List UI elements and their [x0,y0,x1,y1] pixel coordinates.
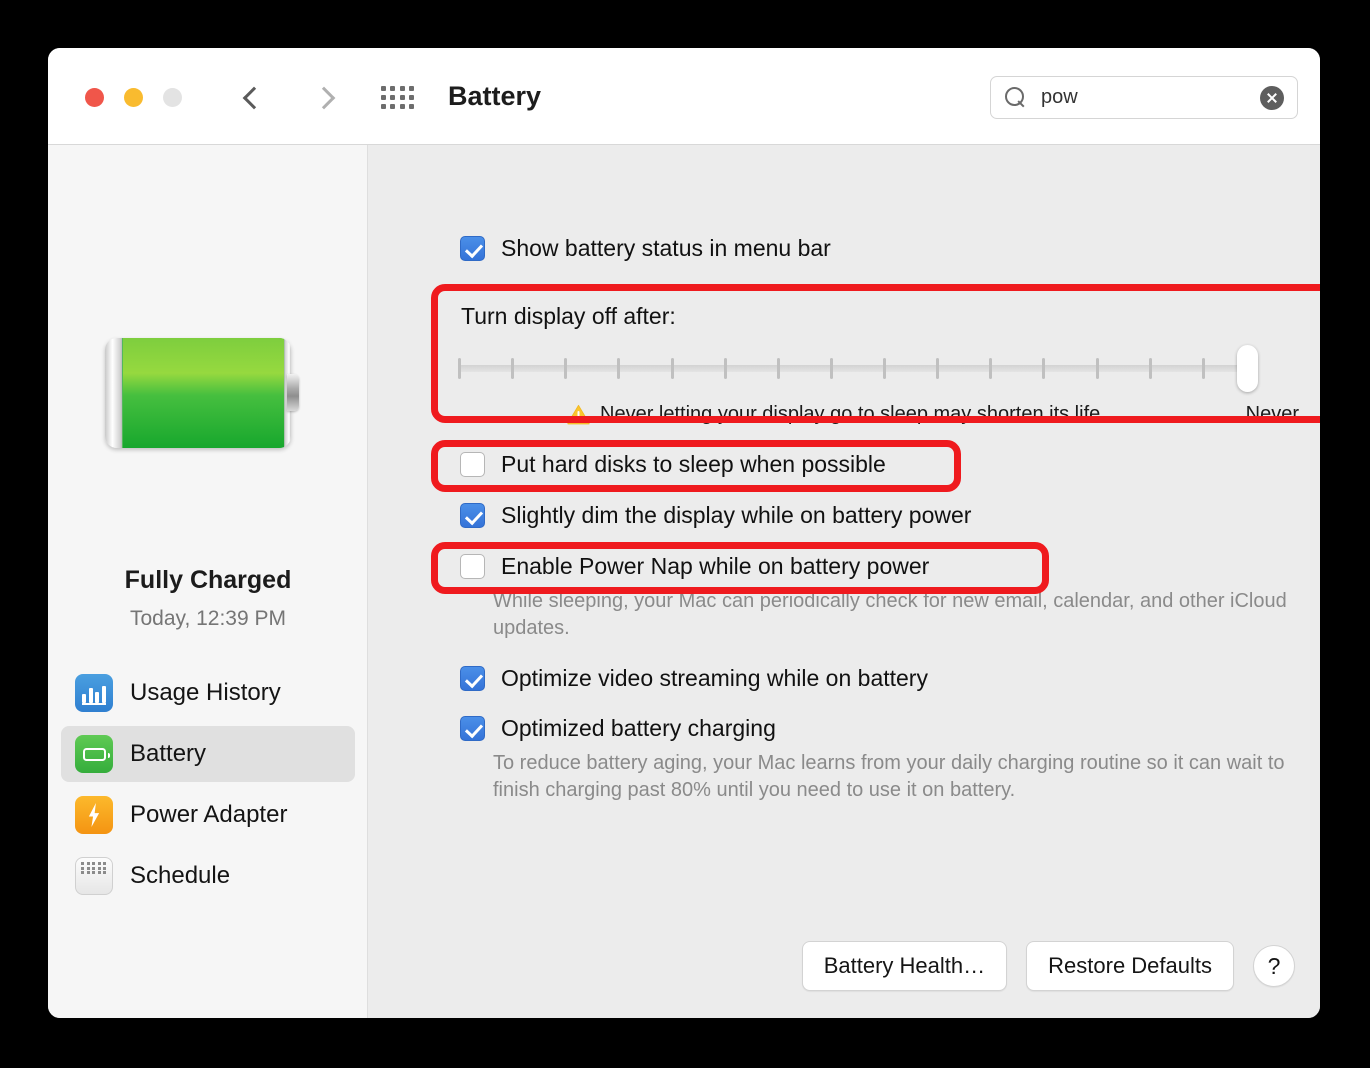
checkbox-row-optimized-charging[interactable]: Optimized battery charging [460,715,776,742]
slider-tick [670,358,674,379]
checkbox-row-power-nap[interactable]: Enable Power Nap while on battery power [460,553,929,580]
optimized-charging-help-text: To reduce battery aging, your Mac learns… [493,752,1285,801]
sidebar-item-battery[interactable]: Battery [61,726,355,782]
slider-warning: Never letting your display go to sleep m… [567,403,1100,426]
slider-tick [936,358,940,379]
sidebar-item-schedule[interactable]: Schedule [61,848,355,904]
slider-tick [829,358,833,379]
checkbox-optimized-charging[interactable] [460,716,485,741]
sidebar: Fully Charged Today, 12:39 PM Usage Hist… [48,145,368,1018]
slider-tick [511,358,515,379]
help-button[interactable]: ? [1253,945,1295,987]
checkbox-power-nap[interactable] [460,554,485,579]
footer-buttons: Battery Health… Restore Defaults ? [801,941,1295,991]
zoom-button[interactable] [163,88,182,107]
title-bar: Battery pow [48,48,1320,145]
slider-tick [617,358,621,379]
checkbox-row-dim-display[interactable]: Slightly dim the display while on batter… [460,502,971,529]
slider-tick [564,358,568,379]
slider-tick [458,358,461,379]
checkbox-row-hard-disks[interactable]: Put hard disks to sleep when possible [460,451,886,478]
checkbox-label: Optimized battery charging [501,715,776,741]
sidebar-item-power-adapter[interactable]: Power Adapter [61,787,355,843]
checkbox-label: Show battery status in menu bar [501,235,831,261]
bar-chart-icon [75,674,113,712]
search-input[interactable]: pow [1041,86,1260,109]
warning-triangle-icon [567,404,590,425]
slider-tick [989,358,993,379]
lightning-bolt-icon [75,796,113,834]
sidebar-item-label: Usage History [130,679,281,706]
slider-track[interactable] [458,365,1258,372]
checkbox-row-optimize-video[interactable]: Optimize video streaming while on batter… [460,665,928,692]
sidebar-item-label: Battery [130,740,207,767]
slider-tick [1148,358,1152,379]
back-button[interactable] [236,78,272,118]
chevron-left-icon [242,86,266,110]
slider-tick [883,358,887,379]
turn-display-off-slider[interactable] [458,345,1258,392]
chevron-right-icon [312,86,336,110]
close-button[interactable] [85,88,104,107]
battery-health-button[interactable]: Battery Health… [801,941,1008,991]
clear-search-icon[interactable] [1260,85,1284,110]
slider-tick [1042,358,1046,379]
slider-tick [723,358,727,379]
slider-max-label: Never [1245,403,1299,425]
sidebar-item-label: Power Adapter [130,801,288,828]
minimize-button[interactable] [124,88,143,107]
turn-display-off-label: Turn display off after: [461,303,676,329]
calendar-icon [75,857,113,895]
checkbox-row-show-battery-status[interactable]: Show battery status in menu bar [460,235,831,262]
forward-button[interactable] [306,78,342,118]
checkbox-label: Put hard disks to sleep when possible [501,451,886,477]
window-controls [85,88,182,107]
show-all-grid-icon[interactable] [381,84,415,112]
slider-knob[interactable] [1237,345,1258,392]
checkbox-label: Optimize video streaming while on batter… [501,665,928,691]
search-field[interactable]: pow [990,76,1298,119]
power-nap-help-text: While sleeping, your Mac can periodicall… [493,590,1287,639]
page-title: Battery [448,81,542,111]
slider-tick [776,358,780,379]
battery-full-icon [105,338,299,448]
checkbox-label: Enable Power Nap while on battery power [501,553,930,579]
checkbox-show-battery-status[interactable] [460,236,485,261]
checkbox-dim-display[interactable] [460,503,485,528]
battery-preferences-window: Battery pow Fully Charged Today, 12:39 P… [48,48,1320,1018]
battery-status-title: Fully Charged [124,566,292,594]
sidebar-item-usage-history[interactable]: Usage History [61,665,355,721]
slider-tick [1201,358,1205,379]
slider-tick [1095,358,1099,379]
search-icon [1005,86,1027,109]
checkbox-optimize-video[interactable] [460,666,485,691]
sidebar-item-label: Schedule [130,862,231,889]
restore-defaults-button[interactable]: Restore Defaults [1026,941,1234,991]
battery-icon [75,735,113,773]
slider-warning-text: Never letting your display go to sleep m… [600,403,1101,425]
sidebar-nav: Usage History Battery Power Adapter Sche… [61,665,355,909]
settings-pane: Show battery status in menu bar Turn dis… [369,145,1320,1018]
battery-status-subtitle: Today, 12:39 PM [129,607,287,630]
checkbox-hard-disks-sleep[interactable] [460,452,485,477]
checkbox-label: Slightly dim the display while on batter… [501,502,972,528]
